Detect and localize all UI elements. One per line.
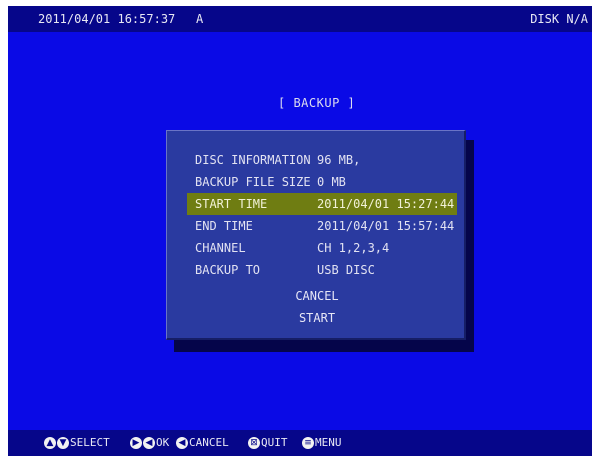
hint-ok: ▶ ◀ OK — [130, 430, 169, 456]
menu-hint-label: MENU — [315, 436, 342, 449]
up-arrow-icon: ▲ — [44, 437, 56, 449]
channel-value[interactable]: CH 1,2,3,4 — [317, 237, 389, 259]
down-arrow-icon: ▼ — [57, 437, 69, 449]
datetime: 2011/04/01 16:57:37 — [38, 12, 176, 26]
start-time-value[interactable]: 2011/04/01 15:27:44 — [317, 193, 454, 215]
backup-panel: DISC INFORMATION 96 MB, BACKUP FILE SIZE… — [166, 130, 466, 340]
row-end-time[interactable]: END TIME 2011/04/01 15:57:44 — [187, 215, 457, 237]
row-backup-to[interactable]: BACKUP TO USB DISC — [187, 259, 457, 281]
mode-indicator: A — [196, 12, 204, 26]
start-time-label: START TIME — [195, 197, 268, 211]
hint-quit: ⊠ QUIT — [248, 430, 288, 456]
row-channel[interactable]: CHANNEL CH 1,2,3,4 — [187, 237, 457, 259]
select-hint-label: SELECT — [70, 436, 110, 449]
hint-menu: ≡ MENU — [302, 430, 342, 456]
control-hints-bar: ▲ ▼ SELECT ▶ ◀ OK ◀ CANCEL ⊠ QUIT ≡ MENU — [8, 430, 592, 456]
cancel-button[interactable]: CANCEL — [167, 285, 467, 307]
quit-icon: ⊠ — [248, 437, 260, 449]
quit-hint-label: QUIT — [261, 436, 288, 449]
cancel-hint-label: CANCEL — [189, 436, 229, 449]
menu-icon: ≡ — [302, 437, 314, 449]
backup-file-size-value: 0 MB — [317, 175, 346, 189]
backup-title: [ BACKUP ] — [278, 96, 356, 110]
end-time-label: END TIME — [195, 219, 253, 233]
disk-status: DISK N/A — [530, 12, 588, 26]
disc-information-label: DISC INFORMATION — [195, 153, 311, 167]
status-bar: 2011/04/01 16:57:37 A DISK N/A — [8, 6, 592, 32]
end-time-value[interactable]: 2011/04/01 15:57:44 — [317, 215, 454, 237]
row-start-time[interactable]: START TIME 2011/04/01 15:27:44 — [187, 193, 457, 215]
channel-label: CHANNEL — [195, 241, 246, 255]
row-disc-information: DISC INFORMATION 96 MB, — [187, 149, 457, 171]
disc-information-value: 96 MB, — [317, 153, 361, 167]
back-arrow-icon: ◀ — [176, 437, 188, 449]
backup-file-size-label: BACKUP FILE SIZE — [195, 175, 311, 189]
right-arrow-icon: ▶ — [130, 437, 142, 449]
start-button[interactable]: START — [167, 307, 467, 329]
hint-cancel: ◀ CANCEL — [176, 430, 229, 456]
row-backup-file-size: BACKUP FILE SIZE 0 MB — [187, 171, 457, 193]
hint-select: ▲ ▼ SELECT — [44, 430, 110, 456]
dvr-screen: 2011/04/01 16:57:37 A DISK N/A [ BACKUP … — [8, 6, 592, 456]
backup-to-value[interactable]: USB DISC — [317, 259, 375, 281]
ok-hint-label: OK — [156, 436, 170, 449]
backup-to-label: BACKUP TO — [195, 263, 261, 277]
left-arrow-icon: ◀ — [143, 437, 155, 449]
